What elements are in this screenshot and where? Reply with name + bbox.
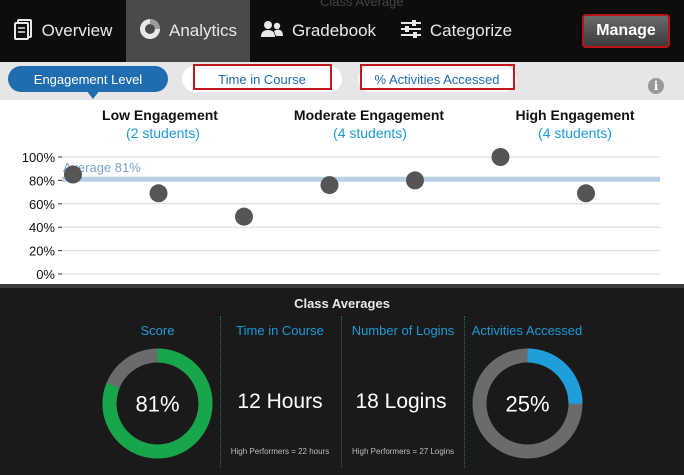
student-point[interactable] xyxy=(235,207,253,226)
time-note: High Performers = 22 hours xyxy=(230,447,330,456)
tab-overview[interactable]: Overview xyxy=(0,0,126,62)
column-divider xyxy=(464,316,465,468)
engagement-chart-panel: Low Engagement (2 students) Moderate Eng… xyxy=(0,100,684,284)
logins-value: 18 Logins xyxy=(355,390,447,413)
time-header: Time in Course xyxy=(236,323,324,338)
column-divider xyxy=(220,316,221,468)
logins-note: High Performers = 27 Logins xyxy=(351,447,455,456)
sliders-icon xyxy=(400,19,422,44)
class-averages-panel: Class Averages Score Time in Course Numb… xyxy=(0,284,684,475)
engagement-scatter-chart: 100%80%60%40%20%0% Average 81% xyxy=(22,148,660,282)
data-points xyxy=(64,148,595,226)
document-icon xyxy=(13,18,34,45)
y-tick-label: 80% xyxy=(29,173,55,188)
column-divider xyxy=(341,316,342,468)
activities-donut: 25% xyxy=(472,348,583,459)
tab-categorize-label: Categorize xyxy=(429,21,513,40)
average-line xyxy=(62,176,660,182)
time-value: 12 Hours xyxy=(237,390,323,413)
class-averages-title: Class Averages xyxy=(294,296,390,311)
y-tick-label: 100% xyxy=(22,150,56,165)
highlight-activities-accessed xyxy=(360,64,515,90)
y-tick-label: 20% xyxy=(29,244,55,259)
tab-overview-label: Overview xyxy=(41,21,113,40)
tab-gradebook[interactable]: Gradebook xyxy=(250,0,386,62)
activities-header: Activities Accessed xyxy=(471,323,583,338)
info-icon[interactable]: i xyxy=(648,78,664,94)
tab-gradebook-label: Gradebook xyxy=(291,21,377,40)
student-point[interactable] xyxy=(491,148,510,166)
metric-engagement-label: Engagement Level xyxy=(33,71,143,87)
score-donut: 81% xyxy=(102,348,213,459)
tab-analytics[interactable]: Analytics xyxy=(126,0,250,62)
score-header: Score xyxy=(140,323,175,338)
activities-value: 25% xyxy=(505,392,549,417)
student-point[interactable] xyxy=(577,184,595,203)
y-tick-label: 60% xyxy=(29,197,55,212)
chart-grid xyxy=(62,156,660,275)
y-axis-ticks: 100% 80% 60% 40% 20% 0% xyxy=(22,150,62,282)
tab-analytics-label: Analytics xyxy=(168,21,238,40)
highlight-time-in-course xyxy=(193,64,332,90)
analytics-page: Class Average Overview Analytics Gradebo… xyxy=(0,0,684,475)
manage-button[interactable]: Manage xyxy=(582,14,670,48)
tab-categorize[interactable]: Categorize xyxy=(386,0,526,62)
y-tick-label: 40% xyxy=(29,220,55,235)
top-nav: Class Average Overview Analytics Gradebo… xyxy=(0,0,684,62)
metric-engagement-level[interactable]: Engagement Level xyxy=(8,66,168,99)
metric-selector: Engagement Level Time in Course % Activi… xyxy=(0,62,684,100)
y-tick-label: 0% xyxy=(36,267,55,282)
student-point[interactable] xyxy=(320,176,339,195)
selected-indicator xyxy=(86,90,100,99)
pie-chart-icon xyxy=(139,18,161,45)
score-value: 81% xyxy=(135,392,179,417)
logins-header: Number of Logins xyxy=(351,323,455,338)
people-icon xyxy=(260,19,284,44)
student-point[interactable] xyxy=(406,171,424,190)
student-point[interactable] xyxy=(64,165,82,184)
student-point[interactable] xyxy=(149,184,168,203)
